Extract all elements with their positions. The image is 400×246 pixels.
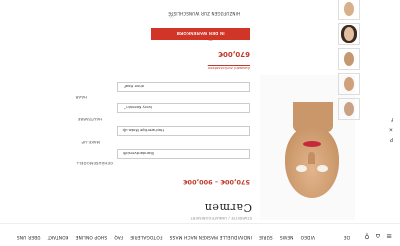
menu-icon[interactable]: ≡ xyxy=(386,232,392,240)
option-label-hair: HAAR xyxy=(75,95,87,100)
cart-icon[interactable]: ⌂ xyxy=(376,232,380,240)
option-value: ohne Haar xyxy=(124,84,144,90)
product-title: Carmen xyxy=(204,201,252,214)
product-price-range: 570,00€ – 900,00€ xyxy=(183,178,250,186)
option-value: Ivory Koenkin xyxy=(126,105,152,111)
nav-link-about[interactable]: ÜBER UNS xyxy=(17,234,41,239)
thumbnail-5[interactable] xyxy=(338,98,360,120)
thumbnail-face xyxy=(344,27,354,41)
option-select-skin[interactable]: ⌄ Ivory Koenkin xyxy=(117,103,250,113)
option-label-makeup: MAKE-UP xyxy=(81,140,100,145)
option-select-body[interactable]: ⌄ Standardversion xyxy=(117,149,250,159)
add-to-wishlist-link[interactable]: HINZUFÜGEN ZUR WUNSCHLISTE xyxy=(168,11,240,16)
thumbnail-2[interactable] xyxy=(338,23,360,45)
mask-face xyxy=(285,126,339,198)
nav-link-serie[interactable]: SÜRIE xyxy=(259,234,273,239)
header-icons: ≡ ⌂ ⚲ xyxy=(365,232,392,240)
product-main-image[interactable] xyxy=(260,75,355,220)
nav-link-faq[interactable]: FAQ xyxy=(114,234,123,239)
breadcrumb: STARSEITE / UNKATEGORISIERT xyxy=(190,216,252,220)
product-price: 670,00€ xyxy=(218,50,250,58)
option-select-hair[interactable]: ⌄ ohne Haar xyxy=(117,82,250,92)
option-value: Hochwertige Make-up xyxy=(122,128,164,134)
thumbnail-1[interactable] xyxy=(338,0,360,20)
language-switch[interactable]: DE xyxy=(344,234,350,239)
nav-link-individual-masks[interactable]: INDIVIDUELLE MASKEN NACH MASS xyxy=(169,234,251,239)
nav-link-video[interactable]: VIDEO xyxy=(300,234,315,239)
mask-lips xyxy=(303,141,321,147)
option-label-body: GEHÄUSEMODELL xyxy=(76,161,113,166)
nav-link-news[interactable]: NEWS xyxy=(280,234,294,239)
thumbnail-face xyxy=(344,77,354,91)
top-nav: ≡ ⌂ ⚲ DE VIDEO NEWS SÜRIE INDIVIDUELLE M… xyxy=(0,223,400,246)
add-to-cart-button[interactable]: IN DEN WARENKORB xyxy=(151,28,250,40)
thumbnail-face xyxy=(344,102,354,116)
facebook-icon[interactable]: f xyxy=(391,116,393,122)
product-page: ≡ ⌂ ⚲ DE VIDEO NEWS SÜRIE INDIVIDUELLE M… xyxy=(0,0,400,246)
mask-eye-right xyxy=(296,165,307,172)
mask-eye-left xyxy=(317,165,328,172)
nav-link-contact[interactable]: KONTAKT xyxy=(47,234,68,239)
reset-selection-link[interactable]: Auswahl zurücksetzen xyxy=(208,66,250,71)
nav-link-gallery[interactable]: FOTOGALERIE xyxy=(130,234,162,239)
thumbnail-face xyxy=(344,52,354,66)
nav-links: VIDEO NEWS SÜRIE INDIVIDUELLE MASKEN NAC… xyxy=(17,234,315,239)
thumbnail-face xyxy=(344,2,354,16)
search-icon[interactable]: ⚲ xyxy=(365,232,370,240)
twitter-icon[interactable]: ✕ xyxy=(389,126,393,132)
mask-nose xyxy=(308,152,315,164)
option-value: Standardversion xyxy=(122,151,154,157)
option-select-makeup[interactable]: ⌄ Hochwertige Make-up xyxy=(117,126,250,136)
thumbnail-3[interactable] xyxy=(338,48,360,70)
nav-link-shop[interactable]: SHOP ONLINE xyxy=(75,234,107,239)
pinterest-icon[interactable]: P xyxy=(390,136,393,142)
option-label-skin: HAUTFARBE xyxy=(77,117,102,122)
thumbnail-4[interactable] xyxy=(338,73,360,95)
